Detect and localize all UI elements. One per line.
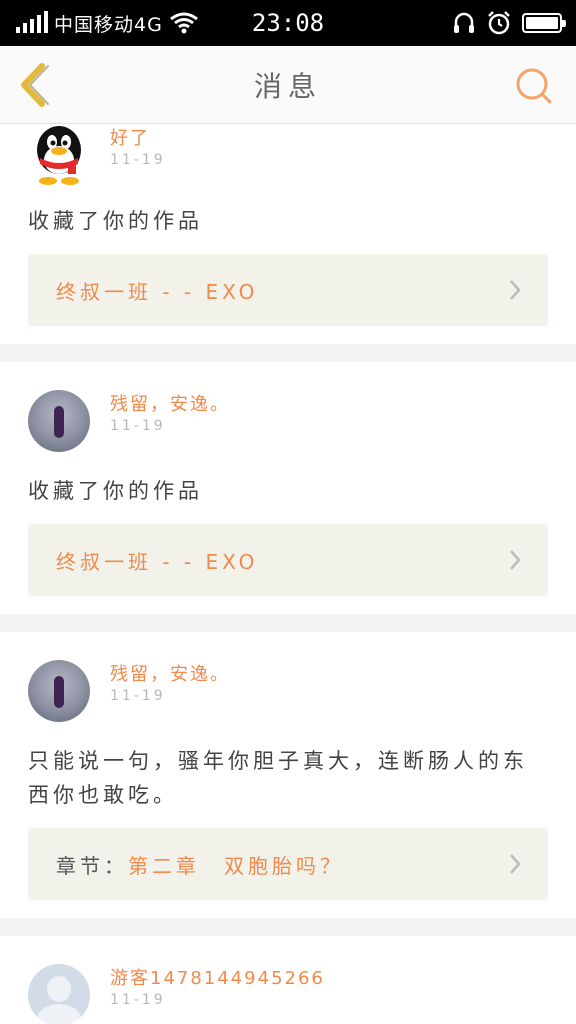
message-date: 11-19: [110, 992, 166, 1008]
message-card: 残留，安逸。 11-19 只能说一句，骚年你胆子真大，连断肠人的东西你也敢吃。 …: [0, 632, 576, 918]
message-date: 11-19: [110, 152, 166, 168]
chapter-label: 章节：: [56, 853, 128, 878]
work-link[interactable]: 终叔一班 - - EXO: [28, 254, 548, 326]
chevron-right-icon: [510, 280, 521, 300]
work-title: 终叔一班 - - EXO: [56, 549, 259, 574]
search-icon[interactable]: [514, 66, 554, 106]
message-text: 收藏了你的作品: [28, 209, 203, 233]
message-text: 只能说一句，骚年你胆子真大，连断肠人的东西你也敢吃。: [28, 749, 528, 807]
chevron-right-icon: [510, 550, 521, 570]
username-link[interactable]: 好了: [110, 124, 166, 150]
headphones-icon: [454, 12, 474, 33]
page-title: 消息: [253, 69, 322, 103]
chapter-title: 第二章 双胞胎吗？: [128, 853, 344, 878]
username-link[interactable]: 残留，安逸。: [110, 660, 230, 686]
message-card: 游客1478144945266 11-19: [0, 936, 576, 1024]
work-link[interactable]: 终叔一班 - - EXO: [28, 524, 548, 596]
battery-icon: [522, 13, 566, 33]
status-bar: 中国移动4G 23:08: [0, 0, 576, 46]
work-title: 终叔一班 - - EXO: [56, 279, 259, 304]
avatar[interactable]: [28, 390, 90, 452]
username-link[interactable]: 残留，安逸。: [110, 390, 230, 416]
message-text: 收藏了你的作品: [28, 479, 203, 503]
username-link[interactable]: 游客1478144945266: [110, 964, 325, 990]
default-user-icon[interactable]: [28, 964, 90, 1024]
back-arrow-icon[interactable]: [14, 62, 54, 108]
avatar[interactable]: [28, 660, 90, 722]
message-date: 11-19: [110, 688, 166, 704]
alarm-icon: [488, 11, 510, 35]
message-date: 11-19: [110, 418, 166, 434]
signal-icon: [16, 11, 48, 33]
message-card: 好了 11-19 收藏了你的作品 终叔一班 - - EXO: [0, 124, 576, 344]
message-card: 残留，安逸。 11-19 收藏了你的作品 终叔一班 - - EXO: [0, 362, 576, 614]
nav-bar: 消息: [0, 46, 576, 124]
chapter-link[interactable]: 章节： 第二章 双胞胎吗？: [28, 828, 548, 900]
qq-penguin-icon: [37, 126, 81, 185]
chevron-right-icon: [510, 854, 521, 874]
message-list[interactable]: 好了 11-19 收藏了你的作品 终叔一班 - - EXO 残留，安逸。 11-…: [0, 124, 576, 1024]
wifi-icon: [169, 12, 198, 34]
carrier-label: 中国移动4G: [54, 13, 163, 36]
